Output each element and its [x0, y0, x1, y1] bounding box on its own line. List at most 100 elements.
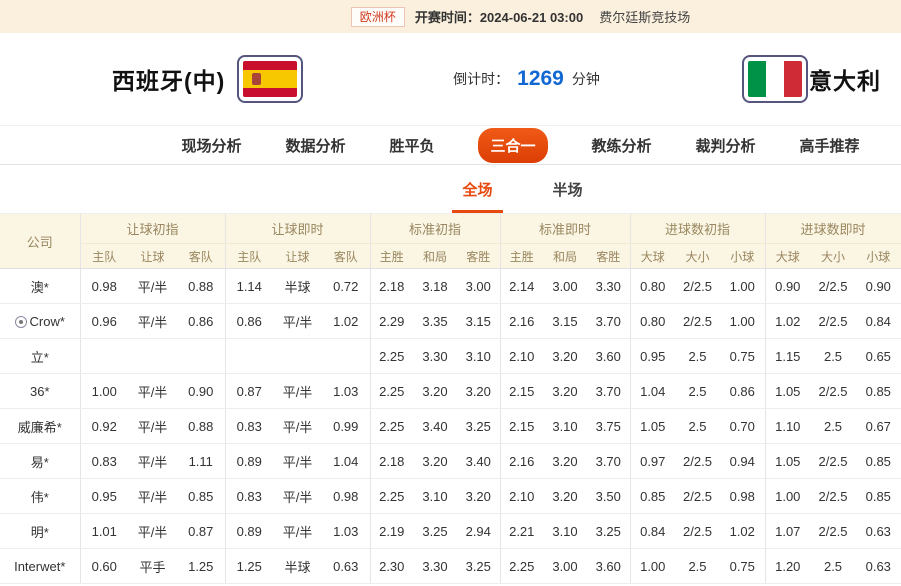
odds-cell: 1.00 — [720, 269, 765, 304]
column-header-handicap-live-2: 客队 — [322, 244, 370, 269]
sub-tabs: 全场 半场 — [458, 165, 586, 213]
odds-cell: 0.88 — [177, 269, 225, 304]
odds-cell: 平/半 — [273, 479, 322, 514]
odds-cell: 平/半 — [128, 444, 177, 479]
column-header-handicap-initial-0: 主队 — [80, 244, 128, 269]
odds-cell: 3.10 — [457, 339, 500, 374]
odds-cell — [273, 339, 322, 374]
venue-name: 费尔廷斯竞技场 — [599, 7, 690, 26]
odds-cell: 2.10 — [500, 479, 543, 514]
column-header-handicap-live-0: 主队 — [225, 244, 273, 269]
odds-cell: 2/2.5 — [810, 304, 856, 339]
odds-cell: 2/2.5 — [810, 269, 856, 304]
group-header-goals-initial: 进球数初指 — [630, 214, 765, 244]
bookmaker-name[interactable]: Crow* — [0, 304, 80, 339]
odds-cell: 2.25 — [500, 549, 543, 584]
odds-cell: 2.5 — [675, 549, 720, 584]
odds-cell: 平手 — [128, 549, 177, 584]
column-header-goals-live-1: 大小 — [810, 244, 856, 269]
group-header-standard-live: 标准即时 — [500, 214, 630, 244]
odds-cell: 3.70 — [587, 374, 630, 409]
column-header-handicap-live-1: 让球 — [273, 244, 322, 269]
match-info-inner: 欧洲杯 开赛时间：2024-06-21 03:00 费尔廷斯竞技场 — [351, 7, 690, 27]
nav-tab-data-analysis[interactable]: 数据分析 — [285, 135, 345, 156]
odds-row: 36*1.00平/半0.900.87平/半1.032.253.203.202.1… — [0, 374, 901, 409]
odds-cell: 0.98 — [80, 269, 128, 304]
nav-tab-live-analysis[interactable]: 现场分析 — [181, 135, 241, 156]
odds-cell: 1.00 — [80, 374, 128, 409]
odds-cell: 平/半 — [273, 409, 322, 444]
odds-cell: 1.01 — [80, 514, 128, 549]
main-nav: 现场分析 数据分析 胜平负 三合一 教练分析 裁判分析 高手推荐 — [0, 125, 901, 165]
bookmaker-name[interactable]: 明* — [0, 514, 80, 549]
odds-cell: 0.95 — [630, 339, 675, 374]
match-header: 西班牙(中) 倒计时： 1269 分钟 意大利 — [0, 33, 901, 125]
bookmaker-name[interactable]: Interwet* — [0, 549, 80, 584]
sub-tab-full-match[interactable]: 全场 — [458, 165, 496, 213]
odds-cell: 0.84 — [856, 304, 901, 339]
odds-cell: 1.03 — [322, 374, 370, 409]
odds-cell: 3.20 — [543, 374, 587, 409]
bookmaker-name[interactable]: 伟* — [0, 479, 80, 514]
odds-cell: 3.10 — [413, 479, 457, 514]
odds-cell: 0.86 — [720, 374, 765, 409]
column-header-company: 公司 — [0, 214, 80, 269]
odds-row: Crow*0.96平/半0.860.86平/半1.022.293.353.152… — [0, 304, 901, 339]
odds-cell: 0.60 — [80, 549, 128, 584]
odds-cell: 1.05 — [765, 374, 810, 409]
column-header-standard-initial-0: 主胜 — [370, 244, 413, 269]
odds-cell: 0.85 — [856, 444, 901, 479]
odds-row: 伟*0.95平/半0.850.83平/半0.982.253.103.202.10… — [0, 479, 901, 514]
odds-cell: 0.63 — [322, 549, 370, 584]
odds-cell: 半球 — [273, 549, 322, 584]
odds-cell: 3.25 — [413, 514, 457, 549]
odds-cell: 0.97 — [630, 444, 675, 479]
odds-cell: 0.90 — [177, 374, 225, 409]
bookmaker-name[interactable]: 威廉希* — [0, 409, 80, 444]
nav-tab-coach-analysis[interactable]: 教练分析 — [592, 135, 652, 156]
odds-cell: 2.25 — [370, 409, 413, 444]
nav-tab-expert-picks[interactable]: 高手推荐 — [800, 135, 860, 156]
nav-tab-referee-analysis[interactable]: 裁判分析 — [696, 135, 756, 156]
odds-cell: 0.83 — [80, 444, 128, 479]
column-header-handicap-initial-1: 让球 — [128, 244, 177, 269]
odds-cell: 2.19 — [370, 514, 413, 549]
bookmaker-name[interactable]: 易* — [0, 444, 80, 479]
nav-tab-win-draw-lose[interactable]: 胜平负 — [389, 135, 434, 156]
odds-cell: 1.03 — [322, 514, 370, 549]
odds-cell: 2/2.5 — [675, 444, 720, 479]
odds-cell: 3.60 — [587, 549, 630, 584]
odds-cell: 0.83 — [225, 409, 273, 444]
odds-cell: 3.15 — [543, 304, 587, 339]
odds-cell: 0.87 — [225, 374, 273, 409]
league-badge[interactable]: 欧洲杯 — [351, 7, 405, 27]
odds-cell: 2.5 — [675, 374, 720, 409]
odds-cell: 半球 — [273, 269, 322, 304]
odds-row: 威廉希*0.92平/半0.880.83平/半0.992.253.403.252.… — [0, 409, 901, 444]
odds-cell: 平/半 — [128, 304, 177, 339]
bookmaker-name[interactable]: 立* — [0, 339, 80, 374]
odds-cell: 2.14 — [500, 269, 543, 304]
odds-cell: 3.40 — [413, 409, 457, 444]
bookmaker-name[interactable]: 36* — [0, 374, 80, 409]
sub-tab-half-match[interactable]: 半场 — [549, 165, 587, 213]
column-header-standard-live-2: 客胜 — [587, 244, 630, 269]
odds-cell: 2.18 — [370, 269, 413, 304]
nav-tab-three-in-one[interactable]: 三合一 — [478, 128, 547, 163]
odds-cell: 1.20 — [765, 549, 810, 584]
countdown-value: 1269 — [517, 67, 564, 91]
odds-cell: 2.94 — [457, 514, 500, 549]
odds-cell: 1.05 — [630, 409, 675, 444]
odds-cell: 3.75 — [587, 409, 630, 444]
odds-cell: 3.25 — [457, 549, 500, 584]
group-header-handicap-initial: 让球初指 — [80, 214, 225, 244]
odds-row: 明*1.01平/半0.870.89平/半1.032.193.252.942.21… — [0, 514, 901, 549]
odds-cell: 0.96 — [80, 304, 128, 339]
odds-cell: 0.87 — [177, 514, 225, 549]
odds-cell: 1.02 — [720, 514, 765, 549]
odds-cell: 1.00 — [720, 304, 765, 339]
odds-cell: 2.5 — [810, 339, 856, 374]
bookmaker-name[interactable]: 澳* — [0, 269, 80, 304]
odds-cell: 3.20 — [543, 339, 587, 374]
odds-cell: 3.30 — [413, 549, 457, 584]
